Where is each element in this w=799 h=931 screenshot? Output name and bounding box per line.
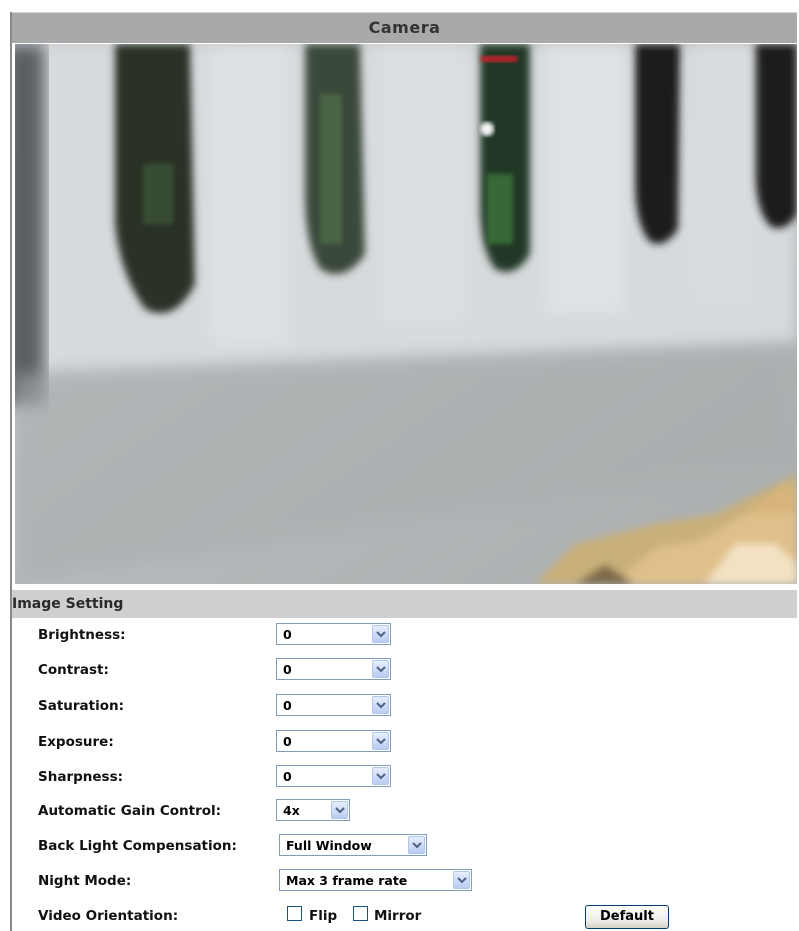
sharpness-row: Sharpness: 0 (38, 765, 758, 791)
chevron-down-icon[interactable] (372, 732, 389, 750)
chevron-down-icon[interactable] (372, 660, 389, 678)
brightness-label: Brightness: (38, 627, 126, 643)
mirror-label[interactable]: Mirror (374, 908, 421, 924)
contrast-row: Contrast: 0 (38, 658, 758, 684)
chevron-down-icon[interactable] (331, 801, 348, 819)
image-setting-header: Image Setting (12, 590, 797, 618)
contrast-label: Contrast: (38, 662, 109, 678)
night-mode-value: Max 3 frame rate (286, 873, 408, 888)
saturation-label: Saturation: (38, 698, 125, 714)
sharpness-label: Sharpness: (38, 769, 124, 785)
night-mode-row: Night Mode: Max 3 frame rate (38, 869, 758, 895)
chevron-down-icon[interactable] (408, 836, 425, 854)
backlight-row: Back Light Compensation: Full Window (38, 834, 758, 860)
contrast-value: 0 (283, 662, 292, 677)
camera-settings-page: Camera Image Setting Brightness: 0 Contr… (0, 0, 799, 931)
camera-video-feed (15, 44, 797, 584)
sharpness-select[interactable]: 0 (276, 765, 391, 787)
gain-control-row: Automatic Gain Control: 4x (38, 799, 758, 825)
chevron-down-icon[interactable] (372, 696, 389, 714)
saturation-row: Saturation: 0 (38, 694, 758, 720)
image-setting-title: Image Setting (12, 596, 124, 612)
saturation-value: 0 (283, 698, 292, 713)
gain-control-value: 4x (283, 803, 300, 818)
exposure-select[interactable]: 0 (276, 730, 391, 752)
gain-control-label: Automatic Gain Control: (38, 803, 222, 819)
saturation-select[interactable]: 0 (276, 694, 391, 716)
flip-label[interactable]: Flip (309, 908, 337, 924)
night-mode-label: Night Mode: (38, 873, 132, 889)
sharpness-value: 0 (283, 769, 292, 784)
night-mode-select[interactable]: Max 3 frame rate (279, 869, 472, 891)
exposure-label: Exposure: (38, 734, 114, 750)
default-button[interactable]: Default (585, 905, 669, 929)
exposure-row: Exposure: 0 (38, 730, 758, 756)
chevron-down-icon[interactable] (372, 767, 389, 785)
brightness-select[interactable]: 0 (276, 623, 391, 645)
left-border (10, 12, 12, 931)
gain-control-select[interactable]: 4x (276, 799, 350, 821)
camera-header: Camera (12, 12, 797, 43)
exposure-value: 0 (283, 734, 292, 749)
camera-title: Camera (368, 18, 441, 37)
camera-frame-image (15, 44, 797, 584)
brightness-row: Brightness: 0 (38, 623, 758, 649)
backlight-value: Full Window (286, 838, 372, 853)
video-orientation-label: Video Orientation: (38, 908, 179, 924)
contrast-select[interactable]: 0 (276, 658, 391, 680)
flip-checkbox[interactable] (287, 906, 302, 921)
mirror-checkbox[interactable] (353, 906, 368, 921)
chevron-down-icon[interactable] (372, 625, 389, 643)
backlight-select[interactable]: Full Window (279, 834, 427, 856)
brightness-value: 0 (283, 627, 292, 642)
chevron-down-icon[interactable] (453, 871, 470, 889)
backlight-label: Back Light Compensation: (38, 838, 237, 854)
